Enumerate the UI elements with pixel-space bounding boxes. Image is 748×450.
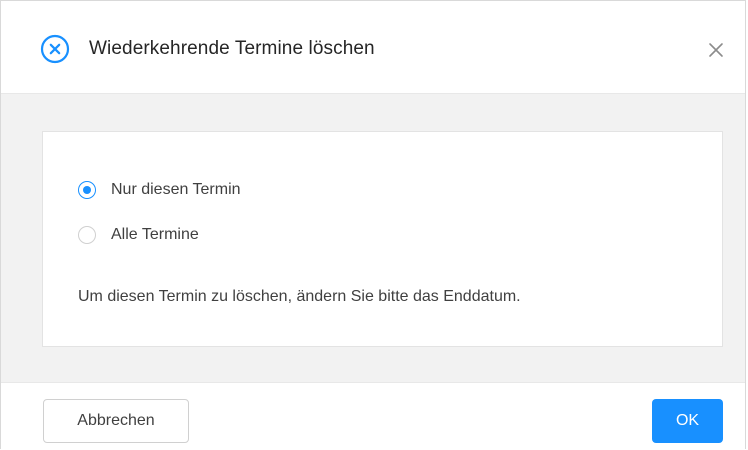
ok-button[interactable]: OK <box>652 399 723 443</box>
option-label: Alle Termine <box>111 226 199 243</box>
radio-button-checked[interactable] <box>78 181 96 199</box>
dialog-body: Nur diesen Termin Alle Termine Um diesen… <box>1 94 745 382</box>
delete-recurring-dialog: Wiederkehrende Termine löschen Nur diese… <box>0 0 746 450</box>
option-all-appointments[interactable]: Alle Termine <box>78 223 199 247</box>
option-only-this-appointment[interactable]: Nur diesen Termin <box>78 178 241 202</box>
cancel-button[interactable]: Abbrechen <box>43 399 189 443</box>
dialog-footer: Abbrechen OK <box>1 382 745 450</box>
dialog-title: Wiederkehrende Termine löschen <box>89 38 375 59</box>
options-card: Nur diesen Termin Alle Termine Um diesen… <box>42 131 723 347</box>
close-circle-icon <box>40 34 70 64</box>
option-label: Nur diesen Termin <box>111 181 241 198</box>
dialog-header: Wiederkehrende Termine löschen <box>1 1 745 94</box>
close-icon[interactable] <box>705 39 727 61</box>
info-text: Um diesen Termin zu löschen, ändern Sie … <box>78 288 521 305</box>
radio-button-unchecked[interactable] <box>78 226 96 244</box>
